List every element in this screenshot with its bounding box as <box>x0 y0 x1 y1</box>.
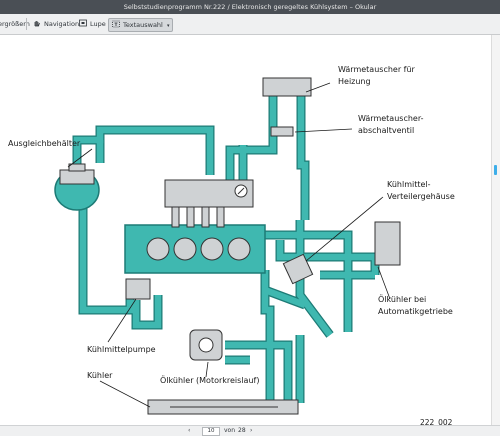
text-selection-button[interactable]: Textauswahl ▾ <box>108 18 174 32</box>
engine-oil-cooler <box>189 329 223 361</box>
oil-cooler-label: Ölkühler (Motorkreislauf) <box>160 376 260 385</box>
expansion-tank <box>54 163 100 211</box>
radiator <box>147 399 299 415</box>
expansion-tank-label: Ausgleichbehälter <box>8 139 81 148</box>
cylinder-head <box>164 179 254 228</box>
shutoff-valve-label-line1: Wärmetauscher- <box>358 114 424 123</box>
engine-block <box>124 224 266 274</box>
figure-number: 222_002 <box>420 418 453 425</box>
cooling-system-diagram <box>54 77 401 415</box>
coolant-pump <box>125 278 151 300</box>
coolant-pump-label: Kühlmittelpumpe <box>87 345 156 354</box>
scrollbar-thumb[interactable] <box>494 165 497 175</box>
text-selection-label: Textauswahl <box>123 21 163 29</box>
magnifier-icon <box>79 19 87 27</box>
navigation-button[interactable]: Navigation <box>33 18 79 30</box>
chevron-right-icon: › <box>250 427 253 434</box>
atf-cooler-label-line1: Ölkühler bei <box>378 295 427 304</box>
radiator-label: Kühler <box>87 371 113 380</box>
hand-icon <box>34 21 40 27</box>
magnifier-label: Lupe <box>90 20 106 28</box>
page-navigation-bar: ‹ 10 von 28 › <box>0 425 500 436</box>
shutoff-valve-label-line2: abschaltventil <box>358 126 415 135</box>
page-of-label: von <box>224 427 236 434</box>
total-pages: 28 <box>238 427 246 434</box>
document-page: Ausgleichbehälter Wärmetauscher für Heiz… <box>0 35 492 425</box>
text-selection-icon <box>112 20 120 28</box>
navigation-label: Navigation <box>44 20 80 28</box>
toolbar-divider <box>26 18 27 30</box>
atf-cooler-label-line2: Automatikgetriebe <box>378 307 453 316</box>
atf-oil-cooler <box>374 221 401 266</box>
distributor-label-line2: Verteilergehäuse <box>387 192 455 201</box>
toolbar: Vergrößern Navigation Lupe Textauswahl ▾ <box>0 14 500 35</box>
next-page-button[interactable]: › <box>250 427 252 435</box>
page-number-value: 10 <box>207 428 215 434</box>
shutoff-valve <box>270 126 294 137</box>
window-titlebar: Selbststudienprogramm Nr.222 / Elektroni… <box>0 0 500 14</box>
vertical-scrollbar[interactable] <box>491 35 500 425</box>
previous-page-button[interactable]: ‹ <box>188 427 190 435</box>
heater-core-label-line1: Wärmetauscher für <box>338 65 415 74</box>
window-title: Selbststudienprogramm Nr.222 / Elektroni… <box>123 3 377 11</box>
heater-core-label-line2: Heizung <box>338 77 371 86</box>
distributor-label-line1: Kühlmittel- <box>387 180 431 189</box>
magnifier-button[interactable]: Lupe <box>79 18 106 30</box>
chevron-down-icon: ▾ <box>166 23 170 29</box>
chevron-left-icon: ‹ <box>188 427 191 434</box>
heater-core <box>262 77 312 97</box>
